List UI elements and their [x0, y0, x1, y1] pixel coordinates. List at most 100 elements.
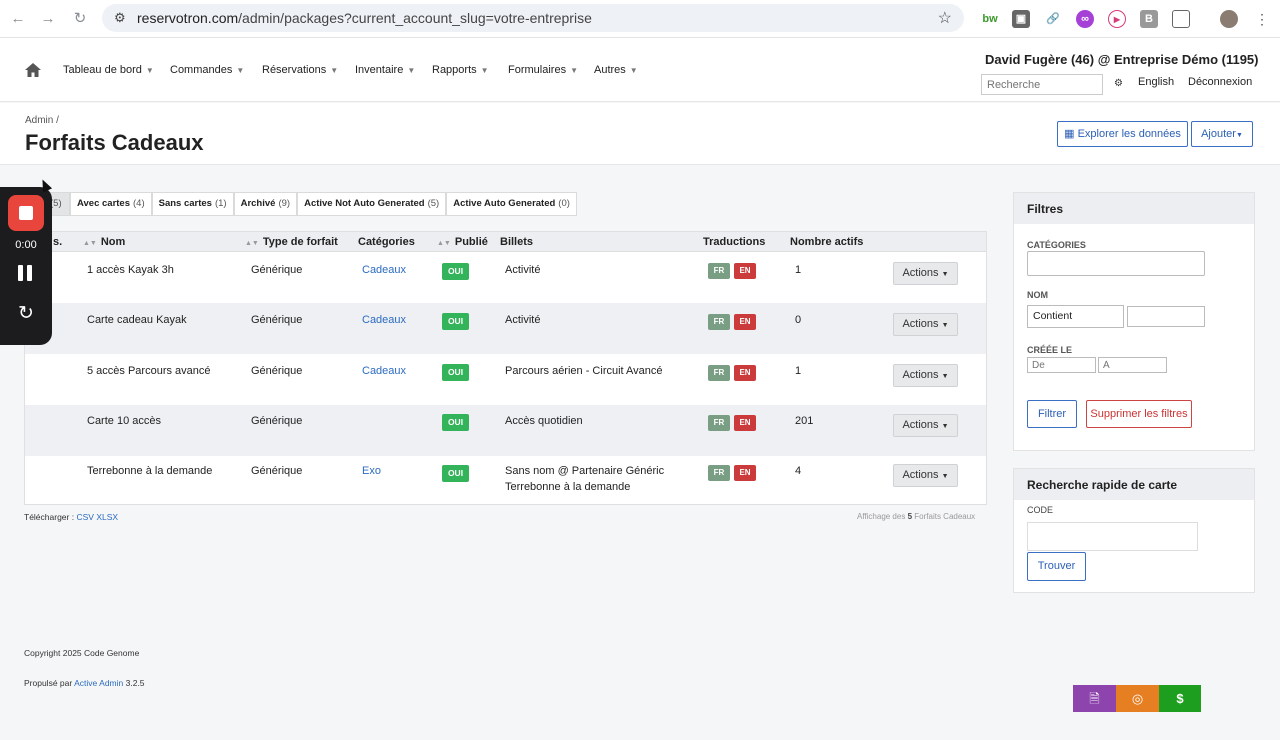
translation-fr-badge[interactable]: FR — [708, 365, 730, 381]
actions-dropdown[interactable]: Actions ▼ — [893, 262, 958, 285]
cell-actifs: 1 — [795, 365, 802, 377]
clear-filters-button[interactable]: Supprimer les filtres — [1086, 400, 1192, 428]
extension-tool-icon[interactable]: ▣ — [1012, 10, 1030, 28]
scope-active-not-auto[interactable]: Active Not Auto Generated (5) — [297, 192, 447, 216]
search-input[interactable] — [981, 74, 1103, 95]
profile-avatar[interactable] — [1220, 10, 1238, 28]
scope-avec-cartes[interactable]: Avec cartes (4) — [70, 192, 152, 216]
logout-link[interactable]: Déconnexion — [1188, 76, 1252, 88]
menu-reservations[interactable]: Réservations ▼ — [262, 64, 338, 76]
actions-dropdown[interactable]: Actions ▼ — [893, 464, 958, 487]
date-from-input[interactable] — [1027, 357, 1096, 373]
quick-card-search-panel: Recherche rapide de carte CODE Trouver — [1013, 468, 1255, 593]
translation-en-badge[interactable]: EN — [734, 465, 756, 481]
col-nom[interactable]: ▲▼ Nom — [83, 236, 125, 248]
menu-inventaire[interactable]: Inventaire ▼ — [355, 64, 415, 76]
table-header: s. ▲▼ Nom ▲▼ Type de forfait Catégories ▲▼… — [25, 232, 986, 252]
document-icon[interactable]: 🗎 — [1073, 685, 1116, 712]
browser-toolbar: ← → ↻ ⚙ reservotron.com/admin/packages?c… — [0, 0, 1280, 38]
translation-en-badge[interactable]: EN — [734, 314, 756, 330]
site-settings-icon[interactable]: ⚙ — [114, 10, 126, 26]
pagination-info: Affichage des 5 Forfaits Cadeaux — [857, 512, 976, 521]
cell-categorie-link[interactable]: Cadeaux — [362, 264, 406, 276]
bookmark-star-icon[interactable]: ☆ — [938, 8, 952, 28]
active-admin-link[interactable]: Active Admin — [74, 678, 123, 688]
col-status[interactable]: s. — [53, 236, 62, 248]
cell-type: Générique — [251, 465, 303, 477]
download-xlsx-link[interactable]: XLSX — [96, 512, 118, 522]
pause-icon[interactable] — [18, 265, 32, 281]
cell-categorie-link[interactable]: Exo — [362, 465, 381, 477]
col-type[interactable]: ▲▼ Type de forfait — [245, 236, 338, 248]
extension-link-icon[interactable]: 🔗 — [1044, 10, 1062, 28]
find-button[interactable]: Trouver — [1027, 552, 1086, 581]
translation-en-badge[interactable]: EN — [734, 365, 756, 381]
current-user[interactable]: David Fugère (46) @ Entreprise Démo (119… — [985, 52, 1259, 67]
published-badge: OUI — [442, 263, 469, 280]
menu-rapports[interactable]: Rapports ▼ — [432, 64, 489, 76]
support-lifebuoy-icon[interactable]: ◎ — [1116, 685, 1159, 712]
reload-icon[interactable]: ↻ — [70, 9, 90, 29]
filter-categories-label: CATÉGORIES — [1027, 240, 1086, 250]
nom-operator-select[interactable]: Contient — [1027, 305, 1124, 328]
cell-nom: Terrebonne à la demande — [87, 465, 213, 477]
extensions-puzzle-icon[interactable] — [1172, 10, 1190, 28]
language-link[interactable]: English — [1138, 76, 1174, 88]
cell-nom: Carte 10 accès — [87, 415, 161, 427]
col-publie[interactable]: ▲▼ Publié — [437, 236, 488, 248]
explore-data-button[interactable]: ▦ Explorer les données — [1057, 121, 1188, 147]
actions-dropdown[interactable]: Actions ▼ — [893, 313, 958, 336]
back-icon[interactable]: ← — [8, 9, 28, 29]
translation-fr-badge[interactable]: FR — [708, 465, 730, 481]
scope-sans-cartes[interactable]: Sans cartes (1) — [151, 192, 234, 216]
menu-commandes[interactable]: Commandes ▼ — [170, 64, 244, 76]
home-icon[interactable] — [24, 62, 42, 78]
actions-dropdown[interactable]: Actions ▼ — [893, 414, 958, 437]
cell-nom: 5 accès Parcours avancé — [87, 365, 211, 377]
translation-fr-badge[interactable]: FR — [708, 415, 730, 431]
cell-billets: Activité — [505, 314, 541, 326]
settings-icon[interactable]: ⚙ — [1114, 78, 1123, 89]
cell-type: Générique — [251, 415, 303, 427]
cell-actifs: 1 — [795, 264, 802, 276]
menu-formulaires[interactable]: Formulaires ▼ — [508, 64, 578, 76]
scope-active-auto[interactable]: Active Auto Generated (0) — [446, 192, 577, 216]
title-bar: Admin / Forfaits Cadeaux ▦ Explorer les … — [0, 103, 1280, 165]
categories-select[interactable] — [1027, 251, 1205, 276]
col-actifs: Nombre actifs — [790, 236, 864, 248]
card-code-input[interactable] — [1027, 522, 1198, 551]
filters-panel: Filtres CATÉGORIES NOM Contient CRÉÉE LE… — [1013, 192, 1255, 451]
forward-icon[interactable]: → — [38, 9, 58, 29]
table-row: 5 accès Parcours avancé Générique Cadeau… — [25, 354, 986, 405]
translation-en-badge[interactable]: EN — [734, 263, 756, 279]
browser-menu-icon[interactable]: ⋮ — [1252, 9, 1272, 29]
filter-button[interactable]: Filtrer — [1027, 400, 1077, 428]
extension-purple-icon[interactable]: ∞ — [1076, 10, 1094, 28]
translation-fr-badge[interactable]: FR — [708, 314, 730, 330]
actions-dropdown[interactable]: Actions ▼ — [893, 364, 958, 387]
extension-play-icon[interactable]: ▶ — [1108, 10, 1126, 28]
dollar-icon[interactable]: $ — [1159, 685, 1201, 712]
address-bar[interactable]: ⚙ reservotron.com/admin/packages?current… — [102, 4, 964, 32]
cell-categorie-link[interactable]: Cadeaux — [362, 365, 406, 377]
cell-categorie-link[interactable]: Cadeaux — [362, 314, 406, 326]
table-row: Carte cadeau Kayak Générique Cadeaux OUI… — [25, 303, 986, 354]
menu-autres[interactable]: Autres ▼ — [594, 64, 638, 76]
cell-nom: Carte cadeau Kayak — [87, 314, 187, 326]
download-csv-link[interactable]: CSV — [76, 512, 93, 522]
date-to-input[interactable] — [1098, 357, 1167, 373]
breadcrumb-admin[interactable]: Admin — [25, 115, 53, 126]
nom-value-input[interactable] — [1127, 306, 1205, 327]
restart-icon[interactable]: ↻ — [15, 303, 37, 325]
col-billets: Billets — [500, 236, 534, 248]
translation-fr-badge[interactable]: FR — [708, 263, 730, 279]
menu-tableau-de-bord[interactable]: Tableau de bord ▼ — [63, 64, 154, 76]
extension-bw-icon[interactable]: bw — [981, 10, 999, 28]
scope-archive[interactable]: Archivé (9) — [233, 192, 298, 216]
extension-b-icon[interactable]: B — [1140, 10, 1158, 28]
add-button[interactable]: Ajouter▼ — [1191, 121, 1253, 147]
translation-en-badge[interactable]: EN — [734, 415, 756, 431]
stop-recording-button[interactable] — [8, 195, 44, 231]
col-traductions: Traductions — [703, 236, 766, 248]
published-badge: OUI — [442, 364, 469, 381]
